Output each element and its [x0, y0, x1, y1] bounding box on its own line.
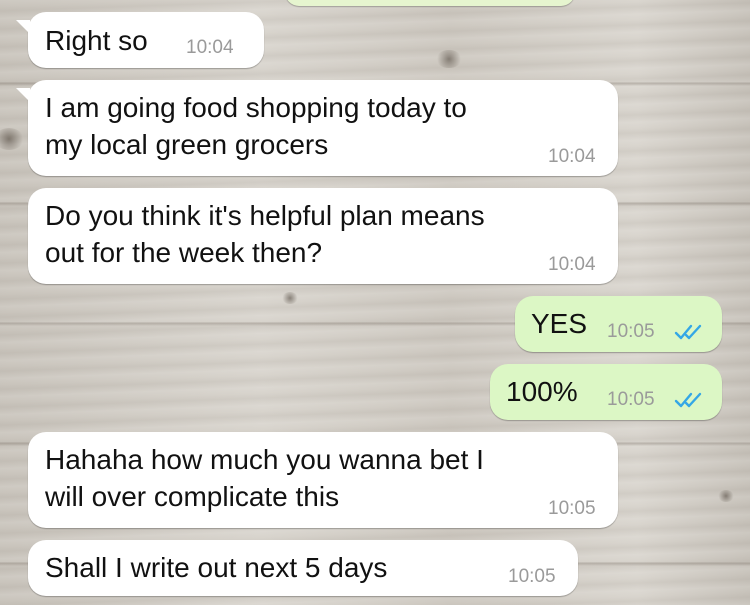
incoming-message[interactable]: Shall I write out next 5 days 10:05 — [28, 540, 578, 596]
double-check-read-icon — [674, 324, 702, 340]
outgoing-message[interactable]: YES 10:05 — [515, 296, 722, 352]
message-text: 100% — [506, 376, 578, 407]
message-timestamp: 10:04 — [548, 254, 596, 275]
previous-message-bubble-edge — [285, 0, 575, 6]
incoming-message[interactable]: Do you think it's helpful plan means out… — [28, 188, 618, 284]
incoming-message[interactable]: Right so 10:04 — [16, 12, 264, 68]
message-timestamp: 10:05 — [508, 566, 556, 587]
double-check-read-icon — [674, 392, 702, 408]
message-text: Right so — [45, 25, 148, 56]
message-timestamp: 10:04 — [186, 37, 234, 58]
message-timestamp: 10:04 — [548, 146, 596, 167]
message-timestamp: 10:05 — [548, 498, 596, 519]
wood-knot — [282, 292, 298, 304]
incoming-message[interactable]: I am going food shopping today to my loc… — [16, 80, 618, 176]
message-text: Hahaha how much you wanna bet I will ove… — [45, 444, 484, 512]
message-text: YES — [531, 308, 588, 339]
wood-knot — [436, 50, 462, 68]
wood-knot — [718, 490, 734, 502]
incoming-message[interactable]: Hahaha how much you wanna bet I will ove… — [28, 432, 618, 528]
outgoing-message[interactable]: 100% 10:05 — [490, 364, 722, 420]
message-text: Shall I write out next 5 days — [45, 552, 388, 583]
message-timestamp: 10:05 — [607, 321, 655, 342]
message-text: I am going food shopping today to my loc… — [45, 92, 467, 160]
message-timestamp: 10:05 — [607, 389, 655, 410]
wood-knot — [0, 128, 24, 150]
message-text: Do you think it's helpful plan means out… — [45, 200, 485, 268]
